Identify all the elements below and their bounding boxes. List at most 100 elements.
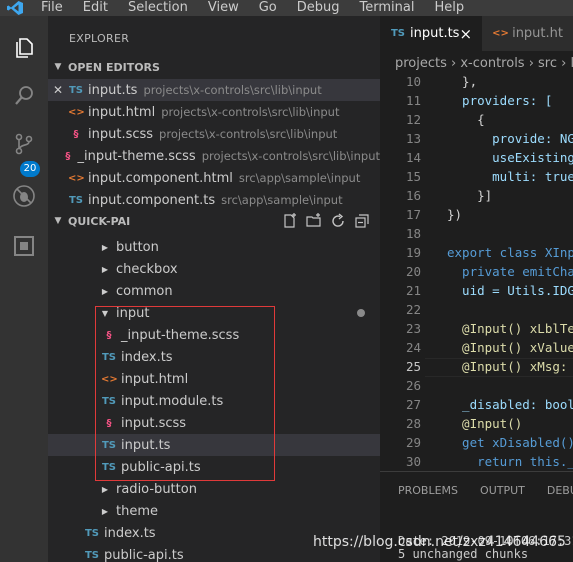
code-line: @Input() xLblTe: [447, 321, 573, 336]
tab-label: input.ht: [512, 26, 563, 41]
workspace-header[interactable]: ▼ QUICK-PAI: [48, 210, 380, 232]
menu-go[interactable]: Go: [248, 0, 286, 16]
panel-tabs: PROBLEMS OUTPUT DEBUG C: [398, 484, 573, 497]
modified-dot-icon: [357, 309, 365, 317]
breadcrumb[interactable]: projects › x-controls › src › lib: [380, 56, 573, 71]
new-folder-icon[interactable]: [306, 213, 322, 229]
line-number: 15: [405, 169, 421, 184]
code-line: }]: [447, 188, 493, 203]
watermark: https://blog.csdn.net/zxz414644665: [313, 534, 566, 550]
code-line: uid = Utils.IDG: [447, 283, 573, 298]
tree-file-label: index.ts: [104, 525, 156, 541]
close-icon[interactable]: ×: [460, 25, 473, 43]
menu-selection[interactable]: Selection: [117, 0, 197, 16]
search-icon[interactable]: [0, 72, 48, 120]
tree-folder-button[interactable]: ▶ button: [48, 236, 380, 258]
open-editor-item[interactable]: <> input.component.html src\app\sample\i…: [48, 167, 380, 189]
open-editor-name: input.component.html: [88, 170, 233, 186]
chevron-down-icon: ▼: [54, 62, 62, 72]
tree-folder-radio-button[interactable]: ▶ radio-button: [48, 478, 380, 500]
tree-file-label: public-api.ts: [104, 547, 184, 562]
code-line: multi: true: [447, 169, 573, 184]
code-line: @Input() xValue: [447, 340, 573, 355]
close-icon[interactable]: ✕: [48, 83, 68, 97]
tree-folder-label: checkbox: [116, 261, 178, 277]
tree-folder-label: radio-button: [116, 481, 197, 497]
menu-terminal[interactable]: Terminal: [349, 0, 424, 16]
tab-output[interactable]: OUTPUT: [480, 484, 525, 497]
open-editor-name: input.scss: [88, 126, 154, 142]
html-file-icon: <>: [68, 106, 85, 118]
scss-file-icon: §: [73, 128, 79, 140]
line-number: 11: [405, 93, 421, 108]
open-editor-item[interactable]: ✕ TS input.ts projects\x-controls\src\li…: [48, 79, 380, 101]
line-number: 28: [405, 416, 421, 431]
workspace-title: QUICK-PAI: [68, 214, 131, 228]
open-editor-path: projects\x-controls\src\lib\input: [143, 83, 322, 97]
typescript-file-icon: TS: [84, 527, 100, 539]
open-editor-name: input.ts: [88, 82, 138, 98]
open-editor-path: projects\x-controls\src\lib\input: [161, 105, 340, 119]
line-number: 16: [405, 188, 421, 203]
tab-problems[interactable]: PROBLEMS: [398, 484, 458, 497]
line-number: 22: [405, 302, 421, 317]
open-editor-name: input.component.ts: [88, 192, 216, 208]
debug-icon[interactable]: [0, 172, 48, 220]
line-number: 23: [405, 321, 421, 336]
new-file-icon[interactable]: [282, 213, 298, 229]
tree-folder-common[interactable]: ▶ common: [48, 280, 380, 302]
menu-debug[interactable]: Debug: [286, 0, 349, 16]
chevron-right-icon: ▶: [101, 484, 109, 494]
editor-tabs: TS input.ts × <> input.ht: [380, 16, 573, 51]
chevron-right-icon: ▶: [101, 506, 109, 516]
open-editor-item[interactable]: § input.scss projects\x-controls\src\lib…: [48, 123, 380, 145]
tab-debug-console[interactable]: DEBUG C: [547, 484, 573, 497]
chevron-right-icon: ▶: [101, 286, 109, 296]
line-number: 17: [405, 207, 421, 222]
open-editors-header[interactable]: ▼ OPEN EDITORS: [48, 56, 380, 78]
open-editor-item[interactable]: § _input-theme.scss projects\x-controls\…: [48, 145, 380, 167]
open-editor-name: _input-theme.scss: [77, 148, 196, 164]
open-editor-item[interactable]: <> input.html projects\x-controls\src\li…: [48, 101, 380, 123]
code-line: get xDisabled(): [447, 435, 573, 450]
explorer-sidebar: EXPLORER ▼ OPEN EDITORS ✕ TS input.ts pr…: [48, 16, 380, 562]
code-line: return this._: [447, 454, 573, 469]
open-editor-path: src\app\sample\input: [221, 193, 343, 207]
line-number: 10: [405, 74, 421, 89]
collapse-all-icon[interactable]: [354, 213, 370, 229]
code-line: },: [447, 74, 478, 89]
extensions-icon[interactable]: [0, 222, 48, 270]
tree-folder-theme[interactable]: ▶ theme: [48, 500, 380, 522]
line-number: 29: [405, 435, 421, 450]
typescript-file-icon: TS: [68, 84, 84, 96]
tab-label: input.ts: [410, 26, 460, 41]
line-number: 27: [405, 397, 421, 412]
open-editor-name: input.html: [88, 104, 156, 120]
tab-input-html[interactable]: <> input.ht: [482, 16, 573, 51]
line-number: 26: [405, 378, 421, 393]
line-number: 13: [405, 131, 421, 146]
menu-edit[interactable]: Edit: [72, 0, 117, 16]
chevron-right-icon: ▶: [101, 242, 109, 252]
code-line: _disabled: bool: [447, 397, 573, 412]
code-line: @Input() xMsg:: [447, 359, 573, 374]
line-number: 14: [405, 150, 421, 165]
menu-view[interactable]: View: [197, 0, 248, 16]
line-number: 25: [405, 359, 421, 374]
open-editor-item[interactable]: TS input.component.ts src\app\sample\inp…: [48, 189, 380, 211]
vscode-logo-icon: [0, 0, 30, 16]
line-number: 12: [405, 112, 421, 127]
refresh-icon[interactable]: [330, 213, 346, 229]
code-line: private emitCha: [447, 264, 573, 279]
activity-bar: 20: [0, 16, 48, 562]
code-line: @Input(): [447, 416, 523, 431]
open-editor-path: src\app\sample\input: [238, 171, 361, 185]
line-number: 18: [405, 226, 421, 241]
typescript-file-icon: TS: [390, 28, 406, 39]
tab-input-ts[interactable]: TS input.ts ×: [380, 16, 483, 51]
menu-file[interactable]: File: [30, 0, 72, 16]
tree-folder-checkbox[interactable]: ▶ checkbox: [48, 258, 380, 280]
menu-help[interactable]: Help: [423, 0, 473, 16]
explorer-icon[interactable]: [0, 24, 48, 72]
tree-folder-label: theme: [116, 503, 158, 519]
